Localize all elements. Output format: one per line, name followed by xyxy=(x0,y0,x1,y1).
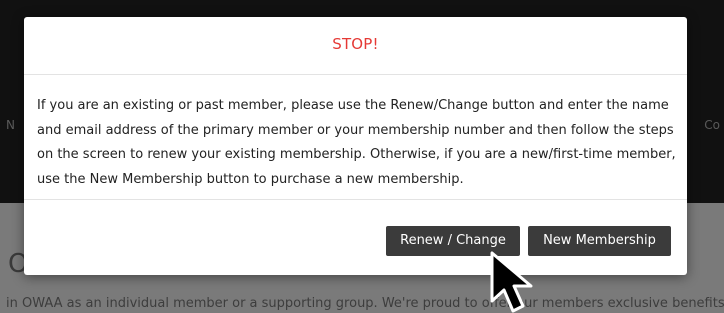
stop-dialog: STOP! If you are an existing or past mem… xyxy=(24,17,687,275)
new-membership-button[interactable]: New Membership xyxy=(528,226,671,256)
dialog-header: STOP! xyxy=(24,17,687,75)
dialog-body: If you are an existing or past member, p… xyxy=(24,75,687,200)
mouse-pointer-icon xyxy=(490,251,533,313)
page-body-text: in OWAA as an individual member or a sup… xyxy=(6,296,724,311)
nav-fragment-left: N xyxy=(6,118,15,132)
dialog-title: STOP! xyxy=(332,35,379,53)
nav-fragment-right: Co xyxy=(704,118,720,132)
dialog-message: If you are an existing or past member, p… xyxy=(37,98,676,187)
